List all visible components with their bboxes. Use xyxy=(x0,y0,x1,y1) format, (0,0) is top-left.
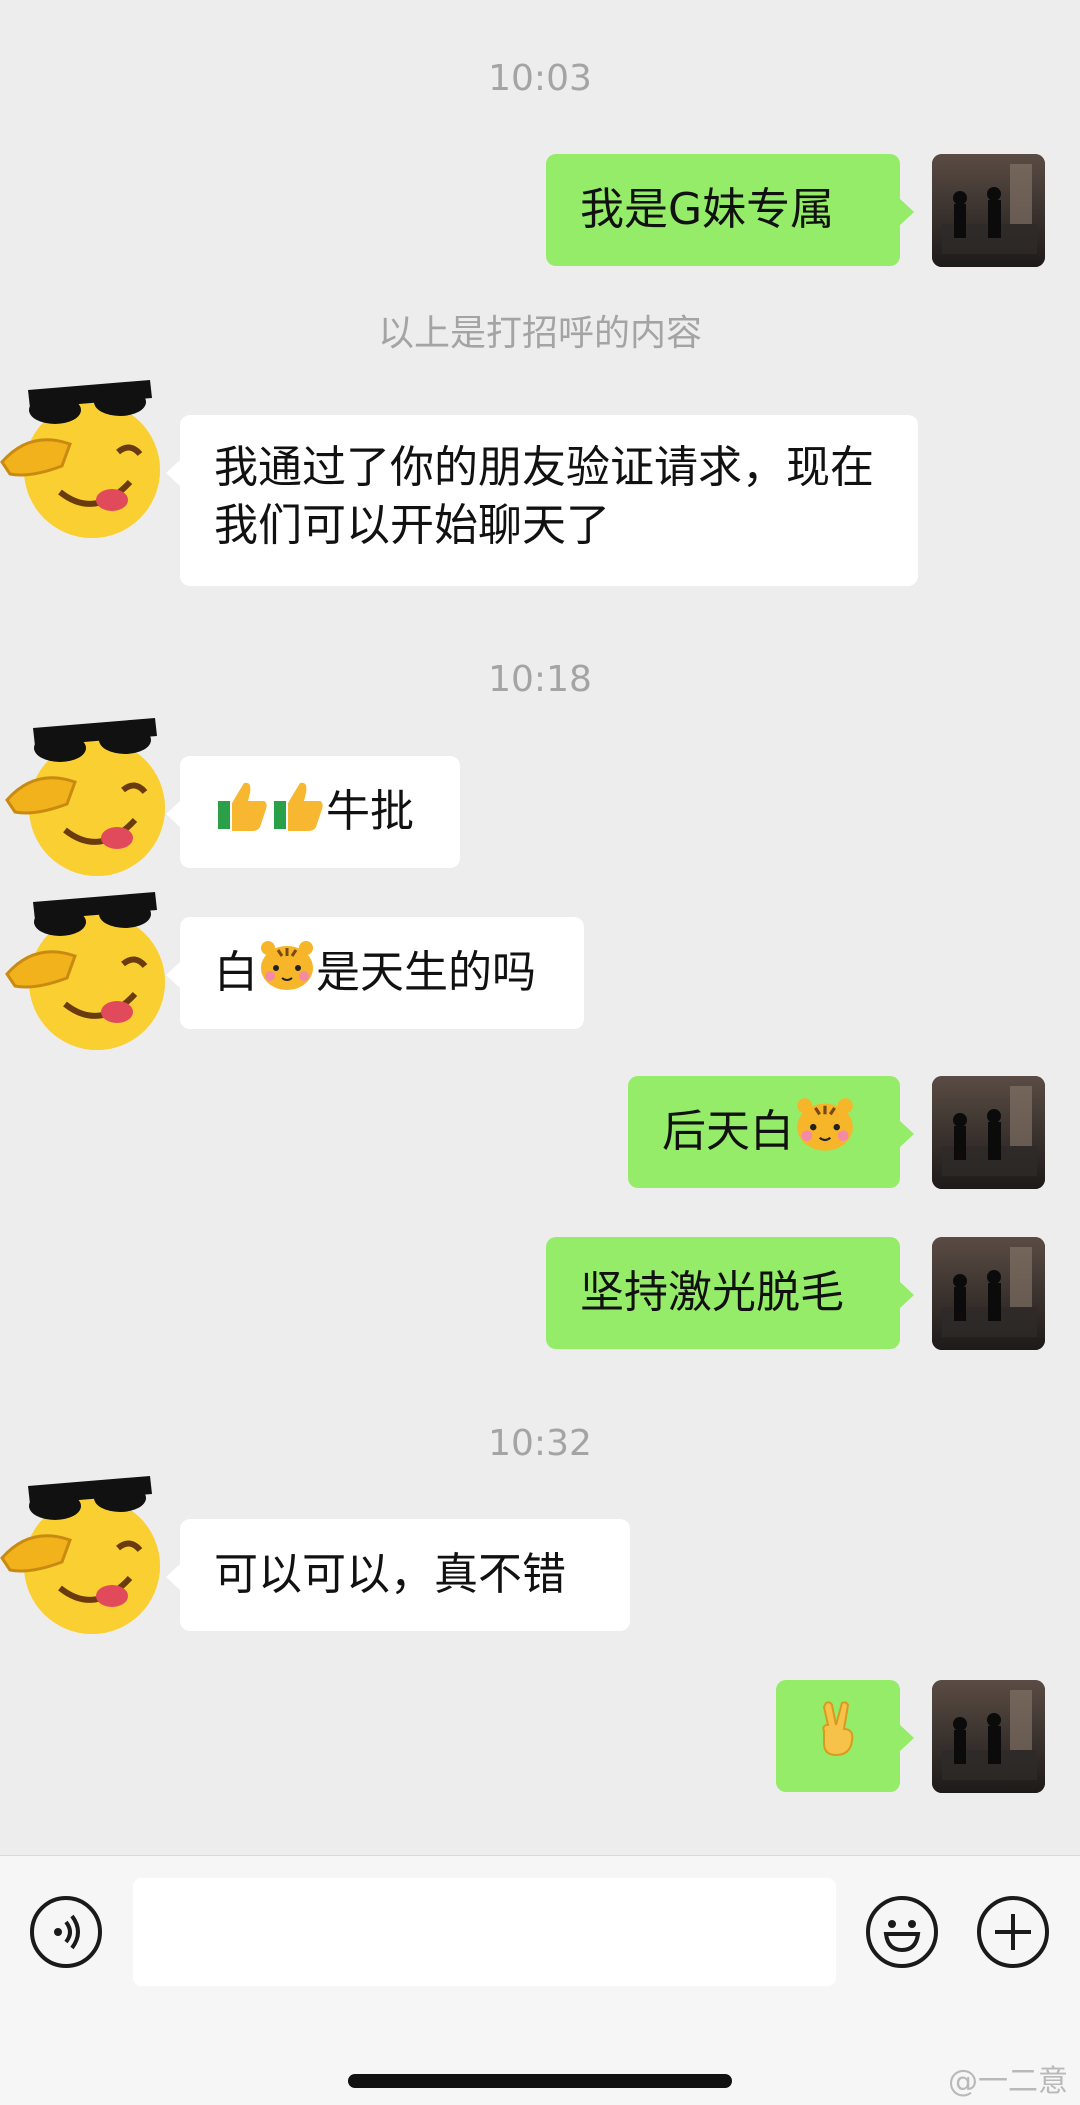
smiley-icon xyxy=(883,1920,921,1953)
more-button[interactable] xyxy=(977,1896,1049,1968)
tiger-icon xyxy=(794,1097,856,1168)
voice-button[interactable] xyxy=(30,1896,102,1968)
my-avatar[interactable] xyxy=(932,154,1045,267)
my-avatar[interactable] xyxy=(932,1237,1045,1350)
message-text: 是天生的吗 xyxy=(316,947,536,998)
outgoing-message-bubble[interactable]: 后天白 xyxy=(628,1076,914,1188)
message-text: 后天白 xyxy=(662,1106,794,1157)
message-text: 牛批 xyxy=(326,786,414,837)
friend-avatar[interactable] xyxy=(5,708,175,878)
photo-avatar-icon xyxy=(932,1076,1045,1189)
friend-avatar[interactable] xyxy=(5,882,175,1052)
incoming-message-bubble[interactable]: 可以可以，真不错 xyxy=(166,1519,630,1631)
thumbs-up-icon xyxy=(270,777,326,848)
my-avatar[interactable] xyxy=(932,1680,1045,1793)
voice-icon xyxy=(54,1914,80,1950)
chat-area: 10:03 我是G妹专属 以上是打招呼的内容 我通过了你的朋友验证请求，现在我们… xyxy=(0,0,1080,1855)
home-indicator[interactable] xyxy=(348,2074,732,2088)
victory-hand-icon xyxy=(814,1699,862,1774)
photo-avatar-icon xyxy=(932,1680,1045,1793)
sunglasses-salute-emoji-icon xyxy=(0,1476,160,1634)
incoming-message-bubble[interactable]: 白 是天生的吗 xyxy=(166,917,584,1029)
plus-icon xyxy=(995,1914,1031,1950)
message-text: 白 xyxy=(214,947,258,998)
photo-avatar-icon xyxy=(932,154,1045,267)
sunglasses-salute-emoji-icon xyxy=(0,380,160,538)
outgoing-message-bubble[interactable]: 坚持激光脱毛 xyxy=(546,1237,914,1349)
timestamp: 10:18 xyxy=(488,659,592,700)
message-input[interactable] xyxy=(133,1878,836,1986)
my-avatar[interactable] xyxy=(932,1076,1045,1189)
outgoing-message-bubble[interactable] xyxy=(776,1680,914,1792)
friend-avatar[interactable] xyxy=(0,1466,170,1636)
outgoing-message-bubble[interactable]: 我是G妹专属 xyxy=(546,154,914,266)
thumbs-up-icon xyxy=(214,777,270,848)
input-bar: @一二意 xyxy=(0,1855,1080,2105)
timestamp: 10:32 xyxy=(488,1423,592,1464)
photo-avatar-icon xyxy=(932,1237,1045,1350)
sunglasses-salute-emoji-icon xyxy=(5,892,165,1050)
system-note: 以上是打招呼的内容 xyxy=(377,313,702,354)
watermark: @一二意 xyxy=(948,2064,1068,2099)
emoji-button[interactable] xyxy=(866,1896,938,1968)
incoming-message-bubble[interactable]: 我通过了你的朋友验证请求，现在我们可以开始聊天了 xyxy=(166,415,918,586)
tiger-icon xyxy=(258,940,316,1007)
incoming-message-bubble[interactable]: 牛批 xyxy=(166,756,460,868)
friend-avatar[interactable] xyxy=(0,370,170,540)
sunglasses-salute-emoji-icon xyxy=(5,718,165,876)
timestamp: 10:03 xyxy=(488,58,592,99)
